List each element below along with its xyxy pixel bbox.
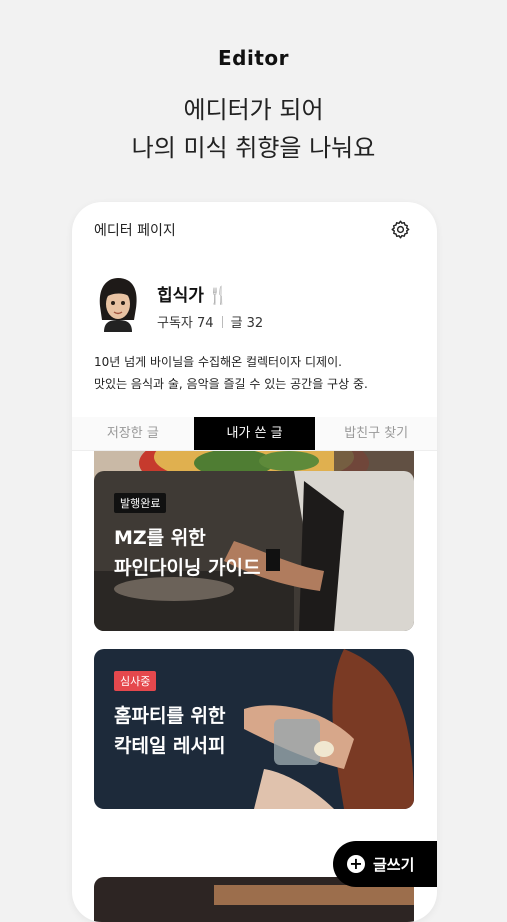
profile-bio: 10년 넘게 바이닐을 수집해온 컬렉터이자 디제이. 맛있는 음식과 술, 음… [94,351,424,395]
avatar[interactable] [94,276,142,332]
post-headline: MZ를 위한 파인다이닝 가이드 [114,523,260,583]
profile-name: 힙식가 🍴 [157,281,229,306]
gear-icon[interactable] [390,219,411,240]
post-count[interactable]: 글 32 [231,316,264,331]
utensils-icon: 🍴 [207,286,230,306]
write-post-label: 글쓰기 [373,855,415,874]
page-title: 에디터 페이지 [94,223,176,239]
profile-stats: 구독자 74 글 32 [157,312,263,331]
write-post-button[interactable]: + 글쓰기 [333,841,437,887]
tab-bar: 저장한 글 내가 쓴 글 밥친구 찾기 [72,417,437,451]
phone-frame: 에디터 페이지 힙식가 🍴 구독자 74 글 32 10년 넘게 바이닐을 수집해온… [72,202,437,922]
post-card-in-review[interactable]: 심사중 홈파티를 위한 칵테일 레서피 [94,649,414,809]
bio-line: 맛있는 음식과 술, 음악을 즐길 수 있는 공간을 구상 중. [94,377,368,391]
tab-my-posts[interactable]: 내가 쓴 글 [193,417,316,450]
promo-title: Editor [218,46,289,70]
top-bar: 에디터 페이지 [72,202,437,256]
post-headline: 홈파티를 위한 칵테일 레서피 [114,701,226,761]
promo-subtitle-line1: 에디터가 되어 [183,96,324,124]
profile-name-text: 힙식가 [157,286,204,306]
status-badge: 심사중 [114,671,157,691]
promo-subtitle-line2: 나의 미식 취향을 나눠요 [131,134,376,162]
plus-icon: + [347,855,365,873]
post-headline-line: 파인다이닝 가이드 [114,557,261,579]
post-card-published[interactable]: 발행완료 MZ를 위한 파인다이닝 가이드 [94,471,414,631]
bio-line: 10년 넘게 바이닐을 수집해온 컬렉터이자 디제이. [94,355,342,369]
tab-saved-posts[interactable]: 저장한 글 [72,417,194,450]
post-headline-line: 홈파티를 위한 [114,705,226,727]
subscriber-count[interactable]: 구독자 74 [157,316,214,331]
tab-find-meal-buddy[interactable]: 밥친구 찾기 [315,417,437,450]
status-badge: 발행완료 [114,493,167,513]
post-headline-line: MZ를 위한 [114,527,206,549]
stats-divider [221,316,223,328]
post-headline-line: 칵테일 레서피 [114,735,226,757]
